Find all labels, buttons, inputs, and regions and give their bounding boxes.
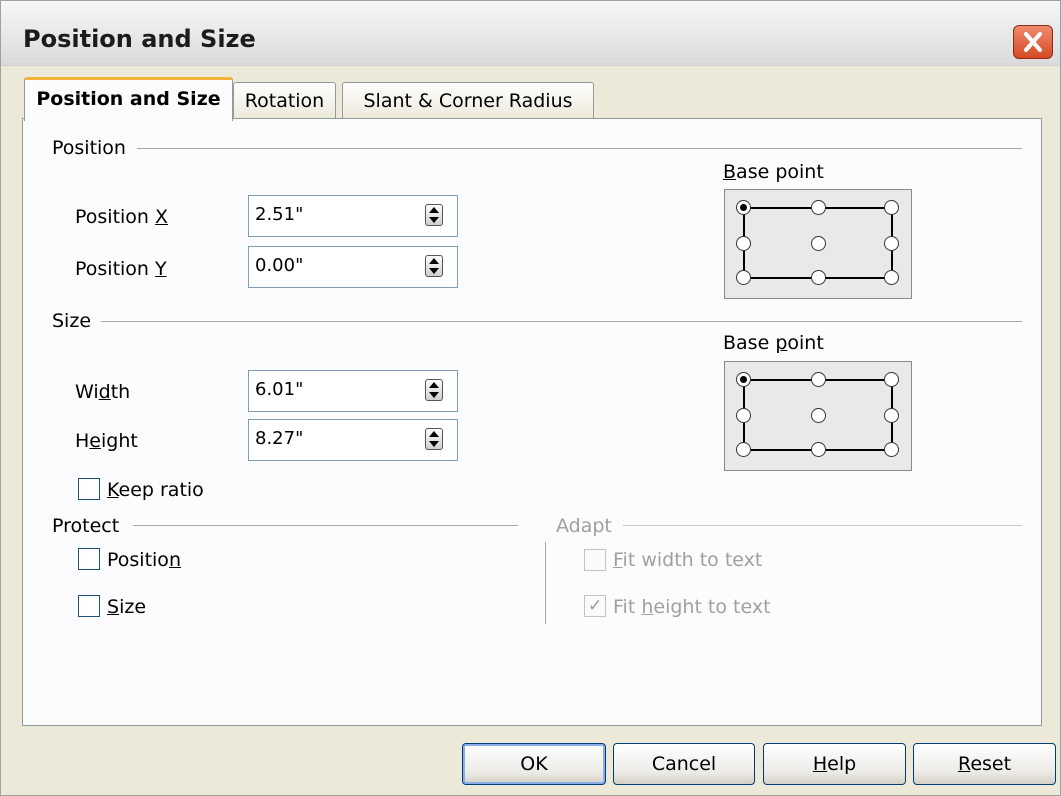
tab-label: Rotation — [244, 90, 325, 112]
dialog-title: Position and Size — [23, 25, 256, 53]
ok-button-label: OK — [520, 753, 548, 775]
base-point-top-right[interactable] — [884, 200, 899, 215]
fit-height-checkbox[interactable]: ✓ — [584, 595, 606, 617]
width-label: Width — [75, 381, 131, 403]
position-y-label: Position Y — [75, 258, 167, 280]
position-x-label: Position X — [75, 206, 169, 228]
help-button[interactable]: Help — [763, 743, 906, 785]
tab-label: Position and Size — [36, 88, 221, 110]
tab-rotation[interactable]: Rotation — [233, 82, 336, 120]
base-point-bottom-left[interactable] — [736, 270, 751, 285]
reset-button[interactable]: Reset — [913, 743, 1056, 785]
height-field[interactable] — [248, 419, 458, 461]
protect-position-label: Position — [107, 549, 181, 571]
ok-button[interactable]: OK — [462, 743, 606, 785]
base-point-bottom-center[interactable] — [811, 442, 826, 457]
base-point-top-right[interactable] — [884, 372, 899, 387]
position-heading: Position — [52, 137, 126, 159]
height-input[interactable] — [255, 428, 405, 449]
base-point-middle-right[interactable] — [884, 408, 899, 423]
adapt-divider — [623, 525, 1022, 526]
title-bar: Position and Size — [1, 1, 1060, 66]
spin-button-icon[interactable] — [425, 379, 443, 401]
tab-position-and-size[interactable]: Position and Size — [24, 77, 233, 121]
base-point-center[interactable] — [811, 408, 826, 423]
size-divider — [101, 321, 1022, 322]
base-point-top-center[interactable] — [811, 372, 826, 387]
spin-button-icon[interactable] — [425, 428, 443, 450]
protect-heading: Protect — [52, 515, 120, 537]
position-x-input[interactable] — [255, 204, 405, 225]
tab-label: Slant & Corner Radius — [363, 90, 573, 112]
height-label: Height — [75, 430, 138, 452]
position-y-field[interactable] — [248, 246, 458, 288]
position-divider — [137, 148, 1022, 149]
cancel-button[interactable]: Cancel — [613, 743, 755, 785]
fit-width-checkbox[interactable] — [584, 549, 606, 571]
base-point-middle-left[interactable] — [736, 408, 751, 423]
spin-button-icon[interactable] — [425, 204, 443, 226]
keep-ratio-label: Keep ratio — [107, 479, 204, 501]
fit-height-label: Fit height to text — [613, 596, 771, 618]
keep-ratio-checkbox[interactable] — [78, 478, 100, 500]
dialog-window: Position and Size Position and Size Rota… — [0, 0, 1061, 796]
width-input[interactable] — [255, 379, 405, 400]
tab-slant-corner-radius[interactable]: Slant & Corner Radius — [342, 82, 594, 120]
position-base-point-selector — [724, 189, 912, 299]
adapt-separator — [545, 542, 546, 624]
size-base-point-selector — [724, 361, 912, 471]
base-point-bottom-left[interactable] — [736, 442, 751, 457]
position-x-field[interactable] — [248, 195, 458, 237]
size-heading: Size — [52, 310, 92, 332]
base-point-bottom-center[interactable] — [811, 270, 826, 285]
protect-divider — [133, 525, 518, 526]
cancel-button-label: Cancel — [651, 753, 717, 775]
close-icon — [1024, 32, 1042, 52]
reset-button-label: Reset — [957, 753, 1012, 775]
base-point-center[interactable] — [811, 236, 826, 251]
size-base-point-label: Base point — [723, 332, 824, 354]
base-point-bottom-right[interactable] — [884, 270, 899, 285]
base-point-top-center[interactable] — [811, 200, 826, 215]
close-button[interactable] — [1013, 25, 1053, 59]
width-field[interactable] — [248, 370, 458, 412]
base-point-middle-right[interactable] — [884, 236, 899, 251]
fit-width-label: Fit width to text — [613, 549, 763, 571]
protect-position-checkbox[interactable] — [78, 548, 100, 570]
protect-size-checkbox[interactable] — [78, 595, 100, 617]
help-button-label: Help — [812, 753, 857, 775]
base-point-middle-left[interactable] — [736, 236, 751, 251]
protect-size-label: Size — [107, 596, 147, 618]
position-y-input[interactable] — [255, 255, 405, 276]
adapt-heading: Adapt — [556, 515, 612, 537]
base-point-bottom-right[interactable] — [884, 442, 899, 457]
position-base-point-label: Base point — [723, 161, 824, 183]
checkmark-icon: ✓ — [588, 596, 603, 616]
base-point-top-left[interactable] — [736, 200, 751, 215]
spin-button-icon[interactable] — [425, 255, 443, 277]
base-point-top-left[interactable] — [736, 372, 751, 387]
